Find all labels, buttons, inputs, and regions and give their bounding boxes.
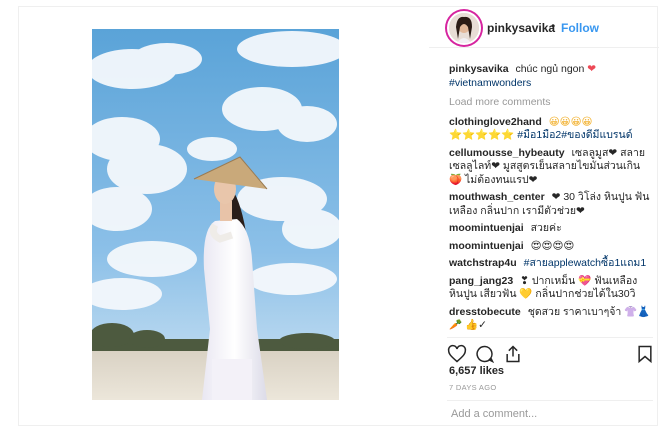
comment-box <box>447 400 653 427</box>
comment-hashtag[interactable]: #สายapplewatchซื้อ1แถม1 <box>524 257 647 269</box>
avatar[interactable] <box>447 11 481 45</box>
profile-photo-icon <box>449 13 479 43</box>
list-item: watchstrap4u #สายapplewatchซื้อ1แถม1 <box>449 257 653 271</box>
comment-username[interactable]: mouthwash_center <box>449 191 545 203</box>
comment-username[interactable]: moomintuenjai <box>449 240 524 252</box>
comment-username[interactable]: pang_jang23 <box>449 275 513 287</box>
share-icon[interactable] <box>503 344 523 364</box>
comment-bubble-icon[interactable] <box>475 344 495 364</box>
comment-text: สวยค่ะ <box>530 222 562 234</box>
post-photo[interactable] <box>92 29 339 400</box>
caption-heart-emoji: ❤ <box>587 63 597 75</box>
comment-username[interactable]: cellumousse_hybeauty <box>449 147 565 159</box>
comment-username[interactable]: dresstobecute <box>449 306 521 318</box>
header-separator: • <box>551 19 556 33</box>
likes-count[interactable]: 6,657 likes <box>449 365 504 377</box>
follow-button[interactable]: Follow <box>561 21 599 35</box>
bookmark-icon[interactable] <box>635 344 655 364</box>
comment-text: 😀😀😀😀 <box>548 115 593 128</box>
list-item: dresstobecute ชุดสวย ราคาเบาๆจ้า 👚👗🥕 👍✓ <box>449 306 653 333</box>
list-item: cellumousse_hybeauty เซลลูมูส❤ สลาย เซลล… <box>449 147 653 188</box>
caption-username[interactable]: pinkysavika <box>449 63 509 75</box>
comments-list: pinkysavika chúc ngủ ngon ❤ #vietnamwond… <box>449 63 653 337</box>
post-sidebar: pinkysavika • Follow pinkysavika chúc ng… <box>429 7 659 427</box>
photo-scene <box>92 29 339 400</box>
list-item: moomintuenjai 😍😍😍😍 <box>449 240 653 254</box>
post-date[interactable]: 7 DAYS AGO <box>449 383 496 392</box>
action-bar <box>447 337 653 364</box>
comment-username[interactable]: watchstrap4u <box>449 257 517 269</box>
comment-username[interactable]: clothinglove2hand <box>449 116 542 128</box>
comment-text: 😍😍😍😍 <box>530 239 575 252</box>
add-comment-input[interactable] <box>449 407 653 421</box>
heart-outline-icon[interactable] <box>447 344 467 364</box>
caption-text: chúc ngủ ngon <box>515 63 585 75</box>
list-item: pang_jang23 ❣ ปากเหม็น 💝 ฟันเหลือง หินปู… <box>449 275 653 302</box>
comment-text[interactable]: ⭐⭐⭐⭐⭐ #มือ1มือ2#ของดีมีแบรนด์ <box>449 129 633 141</box>
load-more-comments-link[interactable]: Load more comments <box>449 96 653 110</box>
header-username[interactable]: pinkysavika <box>487 21 555 35</box>
comment-username[interactable]: moomintuenjai <box>449 222 524 234</box>
caption-hashtag[interactable]: #vietnamwonders <box>449 77 531 89</box>
caption: pinkysavika chúc ngủ ngon ❤ #vietnamwond… <box>449 63 653 90</box>
list-item: moomintuenjai สวยค่ะ <box>449 222 653 236</box>
list-item: mouthwash_center ❤ 30 วิโล่ง หินปูน ฟันเ… <box>449 191 653 218</box>
post-header: pinkysavika • Follow <box>429 7 659 48</box>
list-item: clothinglove2hand 😀😀😀😀 ⭐⭐⭐⭐⭐ #มือ1มือ2#ข… <box>449 116 653 143</box>
instagram-post-card: pinkysavika • Follow pinkysavika chúc ng… <box>18 6 659 427</box>
